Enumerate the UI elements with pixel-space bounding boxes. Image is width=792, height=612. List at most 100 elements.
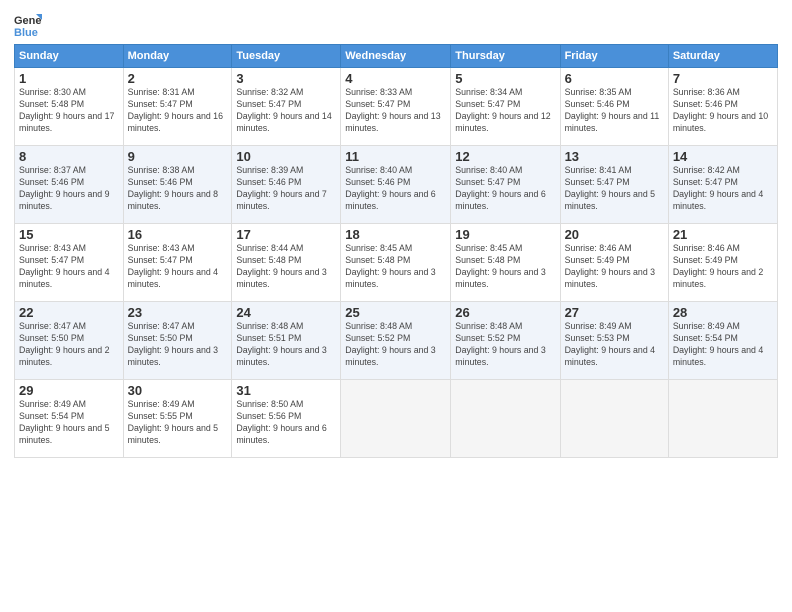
day-info: Sunrise: 8:36 AMSunset: 5:46 PMDaylight:…: [673, 87, 773, 135]
day-number: 30: [128, 383, 228, 398]
day-info: Sunrise: 8:33 AMSunset: 5:47 PMDaylight:…: [345, 87, 446, 135]
day-info: Sunrise: 8:34 AMSunset: 5:47 PMDaylight:…: [455, 87, 555, 135]
calendar-cell: 20Sunrise: 8:46 AMSunset: 5:49 PMDayligh…: [560, 224, 668, 302]
day-number: 15: [19, 227, 119, 242]
calendar-cell: 7Sunrise: 8:36 AMSunset: 5:46 PMDaylight…: [668, 68, 777, 146]
day-info: Sunrise: 8:48 AMSunset: 5:52 PMDaylight:…: [345, 321, 446, 369]
day-number: 24: [236, 305, 336, 320]
calendar-cell: 31Sunrise: 8:50 AMSunset: 5:56 PMDayligh…: [232, 380, 341, 458]
day-info: Sunrise: 8:45 AMSunset: 5:48 PMDaylight:…: [345, 243, 446, 291]
calendar: SundayMondayTuesdayWednesdayThursdayFrid…: [14, 44, 778, 458]
calendar-cell: 13Sunrise: 8:41 AMSunset: 5:47 PMDayligh…: [560, 146, 668, 224]
calendar-cell: 25Sunrise: 8:48 AMSunset: 5:52 PMDayligh…: [341, 302, 451, 380]
calendar-cell: [560, 380, 668, 458]
calendar-cell: 11Sunrise: 8:40 AMSunset: 5:46 PMDayligh…: [341, 146, 451, 224]
calendar-cell: 8Sunrise: 8:37 AMSunset: 5:46 PMDaylight…: [15, 146, 124, 224]
day-number: 21: [673, 227, 773, 242]
col-header-wednesday: Wednesday: [341, 45, 451, 68]
svg-text:Blue: Blue: [14, 27, 38, 38]
day-info: Sunrise: 8:49 AMSunset: 5:54 PMDaylight:…: [673, 321, 773, 369]
day-number: 2: [128, 71, 228, 86]
day-number: 18: [345, 227, 446, 242]
day-number: 7: [673, 71, 773, 86]
day-info: Sunrise: 8:48 AMSunset: 5:51 PMDaylight:…: [236, 321, 336, 369]
week-row-5: 29Sunrise: 8:49 AMSunset: 5:54 PMDayligh…: [15, 380, 778, 458]
day-number: 9: [128, 149, 228, 164]
day-info: Sunrise: 8:39 AMSunset: 5:46 PMDaylight:…: [236, 165, 336, 213]
day-info: Sunrise: 8:48 AMSunset: 5:52 PMDaylight:…: [455, 321, 555, 369]
day-number: 1: [19, 71, 119, 86]
day-number: 8: [19, 149, 119, 164]
day-info: Sunrise: 8:35 AMSunset: 5:46 PMDaylight:…: [565, 87, 664, 135]
calendar-cell: [341, 380, 451, 458]
day-number: 5: [455, 71, 555, 86]
week-row-4: 22Sunrise: 8:47 AMSunset: 5:50 PMDayligh…: [15, 302, 778, 380]
calendar-cell: 23Sunrise: 8:47 AMSunset: 5:50 PMDayligh…: [123, 302, 232, 380]
calendar-cell: 2Sunrise: 8:31 AMSunset: 5:47 PMDaylight…: [123, 68, 232, 146]
day-number: 16: [128, 227, 228, 242]
day-number: 23: [128, 305, 228, 320]
day-info: Sunrise: 8:47 AMSunset: 5:50 PMDaylight:…: [19, 321, 119, 369]
day-number: 31: [236, 383, 336, 398]
day-number: 10: [236, 149, 336, 164]
day-info: Sunrise: 8:38 AMSunset: 5:46 PMDaylight:…: [128, 165, 228, 213]
calendar-cell: 1Sunrise: 8:30 AMSunset: 5:48 PMDaylight…: [15, 68, 124, 146]
day-info: Sunrise: 8:49 AMSunset: 5:53 PMDaylight:…: [565, 321, 664, 369]
day-number: 29: [19, 383, 119, 398]
day-number: 28: [673, 305, 773, 320]
col-header-tuesday: Tuesday: [232, 45, 341, 68]
calendar-cell: 3Sunrise: 8:32 AMSunset: 5:47 PMDaylight…: [232, 68, 341, 146]
day-info: Sunrise: 8:43 AMSunset: 5:47 PMDaylight:…: [19, 243, 119, 291]
calendar-cell: 29Sunrise: 8:49 AMSunset: 5:54 PMDayligh…: [15, 380, 124, 458]
calendar-cell: 24Sunrise: 8:48 AMSunset: 5:51 PMDayligh…: [232, 302, 341, 380]
day-number: 25: [345, 305, 446, 320]
calendar-cell: [668, 380, 777, 458]
col-header-sunday: Sunday: [15, 45, 124, 68]
calendar-cell: 15Sunrise: 8:43 AMSunset: 5:47 PMDayligh…: [15, 224, 124, 302]
day-info: Sunrise: 8:41 AMSunset: 5:47 PMDaylight:…: [565, 165, 664, 213]
day-info: Sunrise: 8:46 AMSunset: 5:49 PMDaylight:…: [565, 243, 664, 291]
day-info: Sunrise: 8:50 AMSunset: 5:56 PMDaylight:…: [236, 399, 336, 447]
col-header-thursday: Thursday: [451, 45, 560, 68]
day-number: 11: [345, 149, 446, 164]
week-row-1: 1Sunrise: 8:30 AMSunset: 5:48 PMDaylight…: [15, 68, 778, 146]
day-number: 6: [565, 71, 664, 86]
day-info: Sunrise: 8:30 AMSunset: 5:48 PMDaylight:…: [19, 87, 119, 135]
svg-text:General: General: [14, 15, 42, 27]
calendar-cell: 28Sunrise: 8:49 AMSunset: 5:54 PMDayligh…: [668, 302, 777, 380]
calendar-cell: 30Sunrise: 8:49 AMSunset: 5:55 PMDayligh…: [123, 380, 232, 458]
calendar-cell: 17Sunrise: 8:44 AMSunset: 5:48 PMDayligh…: [232, 224, 341, 302]
day-number: 17: [236, 227, 336, 242]
day-info: Sunrise: 8:32 AMSunset: 5:47 PMDaylight:…: [236, 87, 336, 135]
col-header-monday: Monday: [123, 45, 232, 68]
calendar-cell: 10Sunrise: 8:39 AMSunset: 5:46 PMDayligh…: [232, 146, 341, 224]
day-number: 13: [565, 149, 664, 164]
calendar-cell: 12Sunrise: 8:40 AMSunset: 5:47 PMDayligh…: [451, 146, 560, 224]
calendar-cell: 22Sunrise: 8:47 AMSunset: 5:50 PMDayligh…: [15, 302, 124, 380]
day-info: Sunrise: 8:46 AMSunset: 5:49 PMDaylight:…: [673, 243, 773, 291]
calendar-cell: 21Sunrise: 8:46 AMSunset: 5:49 PMDayligh…: [668, 224, 777, 302]
calendar-cell: [451, 380, 560, 458]
day-info: Sunrise: 8:31 AMSunset: 5:47 PMDaylight:…: [128, 87, 228, 135]
week-row-3: 15Sunrise: 8:43 AMSunset: 5:47 PMDayligh…: [15, 224, 778, 302]
calendar-cell: 14Sunrise: 8:42 AMSunset: 5:47 PMDayligh…: [668, 146, 777, 224]
logo-icon: General Blue: [14, 10, 42, 38]
day-number: 26: [455, 305, 555, 320]
day-info: Sunrise: 8:37 AMSunset: 5:46 PMDaylight:…: [19, 165, 119, 213]
day-number: 27: [565, 305, 664, 320]
day-number: 4: [345, 71, 446, 86]
col-header-friday: Friday: [560, 45, 668, 68]
calendar-cell: 27Sunrise: 8:49 AMSunset: 5:53 PMDayligh…: [560, 302, 668, 380]
day-info: Sunrise: 8:45 AMSunset: 5:48 PMDaylight:…: [455, 243, 555, 291]
calendar-cell: 6Sunrise: 8:35 AMSunset: 5:46 PMDaylight…: [560, 68, 668, 146]
day-info: Sunrise: 8:47 AMSunset: 5:50 PMDaylight:…: [128, 321, 228, 369]
calendar-cell: 4Sunrise: 8:33 AMSunset: 5:47 PMDaylight…: [341, 68, 451, 146]
day-info: Sunrise: 8:40 AMSunset: 5:47 PMDaylight:…: [455, 165, 555, 213]
day-number: 12: [455, 149, 555, 164]
logo: General Blue: [14, 10, 44, 38]
calendar-cell: 16Sunrise: 8:43 AMSunset: 5:47 PMDayligh…: [123, 224, 232, 302]
day-number: 3: [236, 71, 336, 86]
day-info: Sunrise: 8:43 AMSunset: 5:47 PMDaylight:…: [128, 243, 228, 291]
col-header-saturday: Saturday: [668, 45, 777, 68]
day-number: 20: [565, 227, 664, 242]
